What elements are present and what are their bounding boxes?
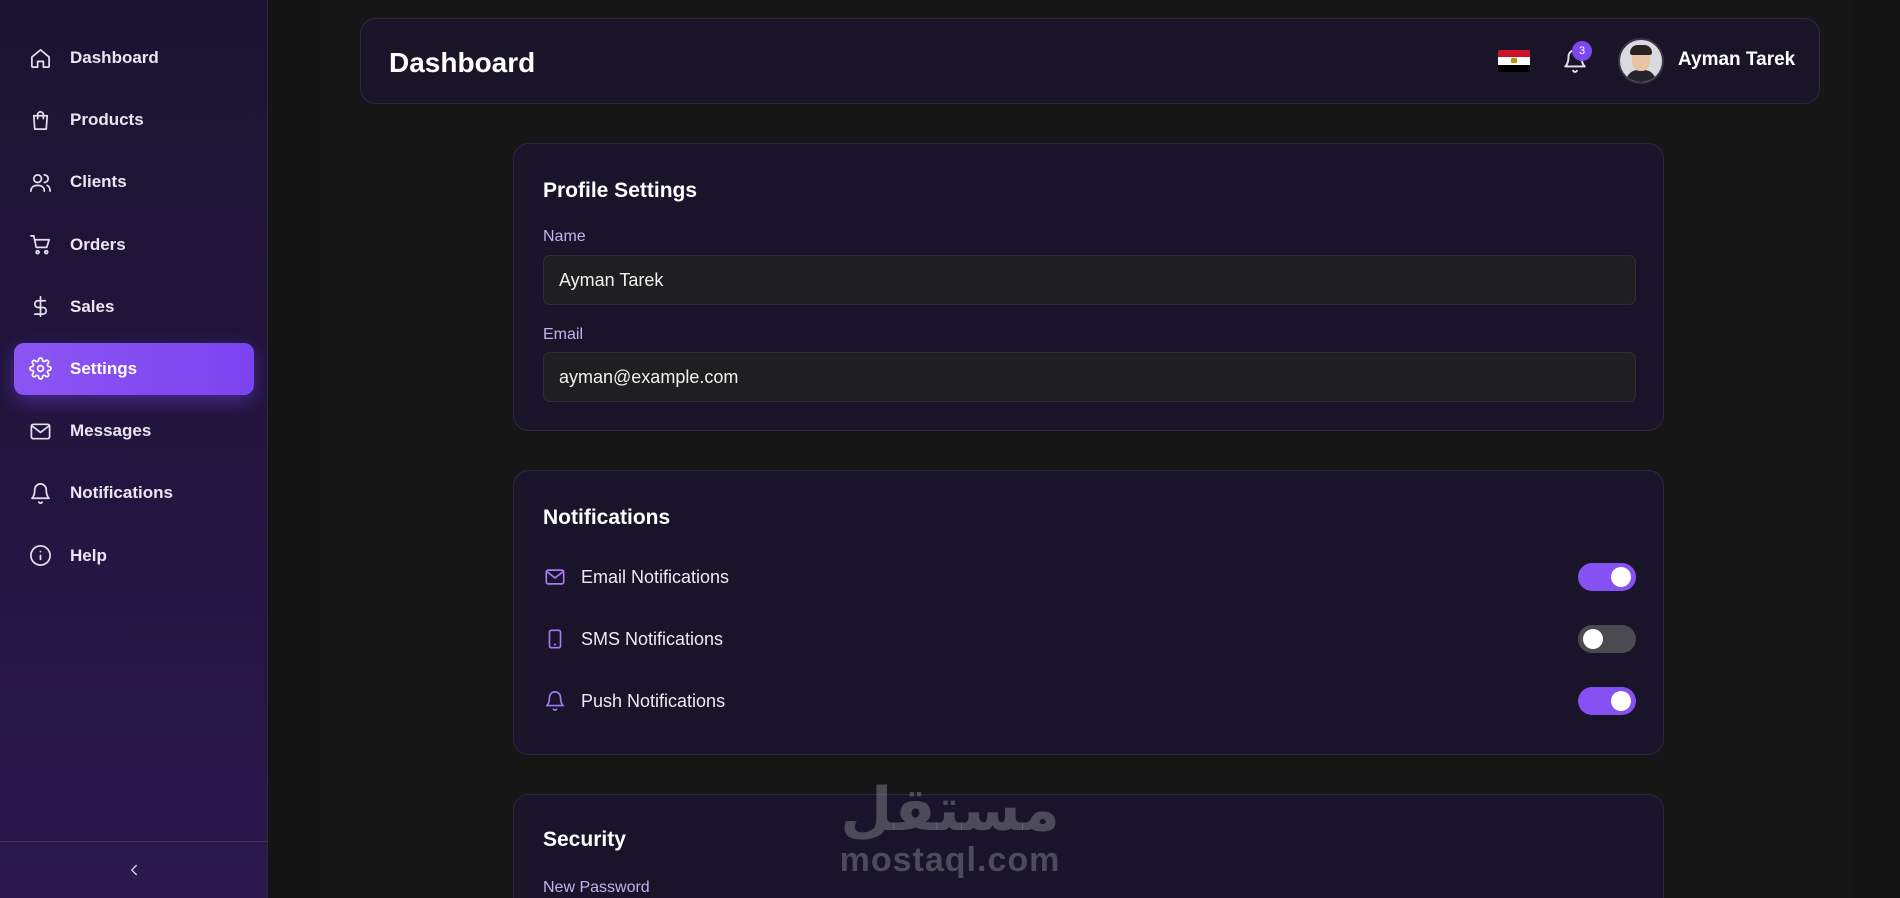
sidebar-item-label: Clients xyxy=(70,172,127,192)
email-field[interactable] xyxy=(543,352,1636,402)
sidebar-item-products[interactable]: Products xyxy=(14,94,254,146)
push-notifications-toggle[interactable] xyxy=(1578,687,1636,715)
sidebar-item-label: Orders xyxy=(70,234,126,254)
sms-notifications-row: SMS Notifications xyxy=(543,624,1636,654)
mail-icon xyxy=(543,565,567,589)
sidebar-item-label: Notifications xyxy=(70,483,173,503)
top-header: Dashboard 3 Ayman Tarek xyxy=(360,18,1820,104)
dollar-icon xyxy=(28,295,52,319)
security-title: Security xyxy=(543,828,626,851)
sidebar-item-label: Dashboard xyxy=(70,48,159,67)
sidebar-item-settings[interactable]: Settings xyxy=(14,342,254,395)
chevron-left-icon xyxy=(131,864,137,876)
new-password-label: New Password xyxy=(543,879,650,896)
email-label: Email xyxy=(543,326,584,343)
main-content-area xyxy=(320,0,1852,898)
mail-icon xyxy=(28,419,52,443)
bell-icon xyxy=(28,481,52,505)
sidebar-item-orders[interactable]: Orders xyxy=(14,219,254,271)
sidebar: Dashboard Products Clients Orders Sales xyxy=(0,0,268,898)
notifications-card: Notifications Email Notifications SMS No… xyxy=(513,470,1664,755)
notifications-title: Notifications xyxy=(543,506,671,529)
sidebar-item-label: Settings xyxy=(70,358,138,378)
sidebar-item-label: Sales xyxy=(70,296,115,316)
sidebar-item-clients[interactable]: Clients xyxy=(14,156,254,208)
name-field[interactable] xyxy=(543,255,1636,305)
phone-icon xyxy=(543,627,567,651)
sms-notifications-label: SMS Notifications xyxy=(581,628,724,649)
sidebar-item-messages[interactable]: Messages xyxy=(14,405,254,457)
profile-settings-card: Profile Settings Name Email xyxy=(513,143,1664,431)
sidebar-item-sales[interactable]: Sales xyxy=(14,281,254,333)
sidebar-item-label: Products xyxy=(70,110,144,130)
profile-settings-title: Profile Settings xyxy=(543,179,698,202)
shopping-bag-icon xyxy=(28,108,52,132)
info-icon xyxy=(28,544,52,568)
avatar[interactable] xyxy=(1618,38,1664,84)
push-notifications-row: Push Notifications xyxy=(543,686,1636,716)
email-notifications-label: Email Notifications xyxy=(581,566,730,587)
sidebar-item-dashboard[interactable]: Dashboard xyxy=(14,32,254,84)
sidebar-collapse-button[interactable] xyxy=(0,841,268,898)
security-card: Security New Password xyxy=(513,794,1664,898)
email-notifications-toggle[interactable] xyxy=(1578,563,1636,591)
page-title: Dashboard xyxy=(389,47,536,78)
home-icon xyxy=(28,46,52,70)
sidebar-item-label: Messages xyxy=(70,421,152,441)
sidebar-item-notifications[interactable]: Notifications xyxy=(14,467,254,519)
email-notifications-row: Email Notifications xyxy=(543,562,1636,592)
bell-icon xyxy=(543,689,567,713)
sidebar-nav: Dashboard Products Clients Orders Sales xyxy=(14,32,254,592)
egypt-flag-icon[interactable] xyxy=(1498,50,1530,72)
users-icon xyxy=(28,170,52,194)
sidebar-item-label: Help xyxy=(70,545,107,565)
push-notifications-label: Push Notifications xyxy=(581,690,726,711)
user-name[interactable]: Ayman Tarek xyxy=(1678,49,1795,71)
gear-icon xyxy=(28,357,52,381)
cart-icon xyxy=(28,233,52,257)
sidebar-item-help[interactable]: Help xyxy=(14,530,254,582)
notification-count-badge: 3 xyxy=(1572,41,1592,61)
sms-notifications-toggle[interactable] xyxy=(1578,625,1636,653)
name-label: Name xyxy=(543,228,586,245)
